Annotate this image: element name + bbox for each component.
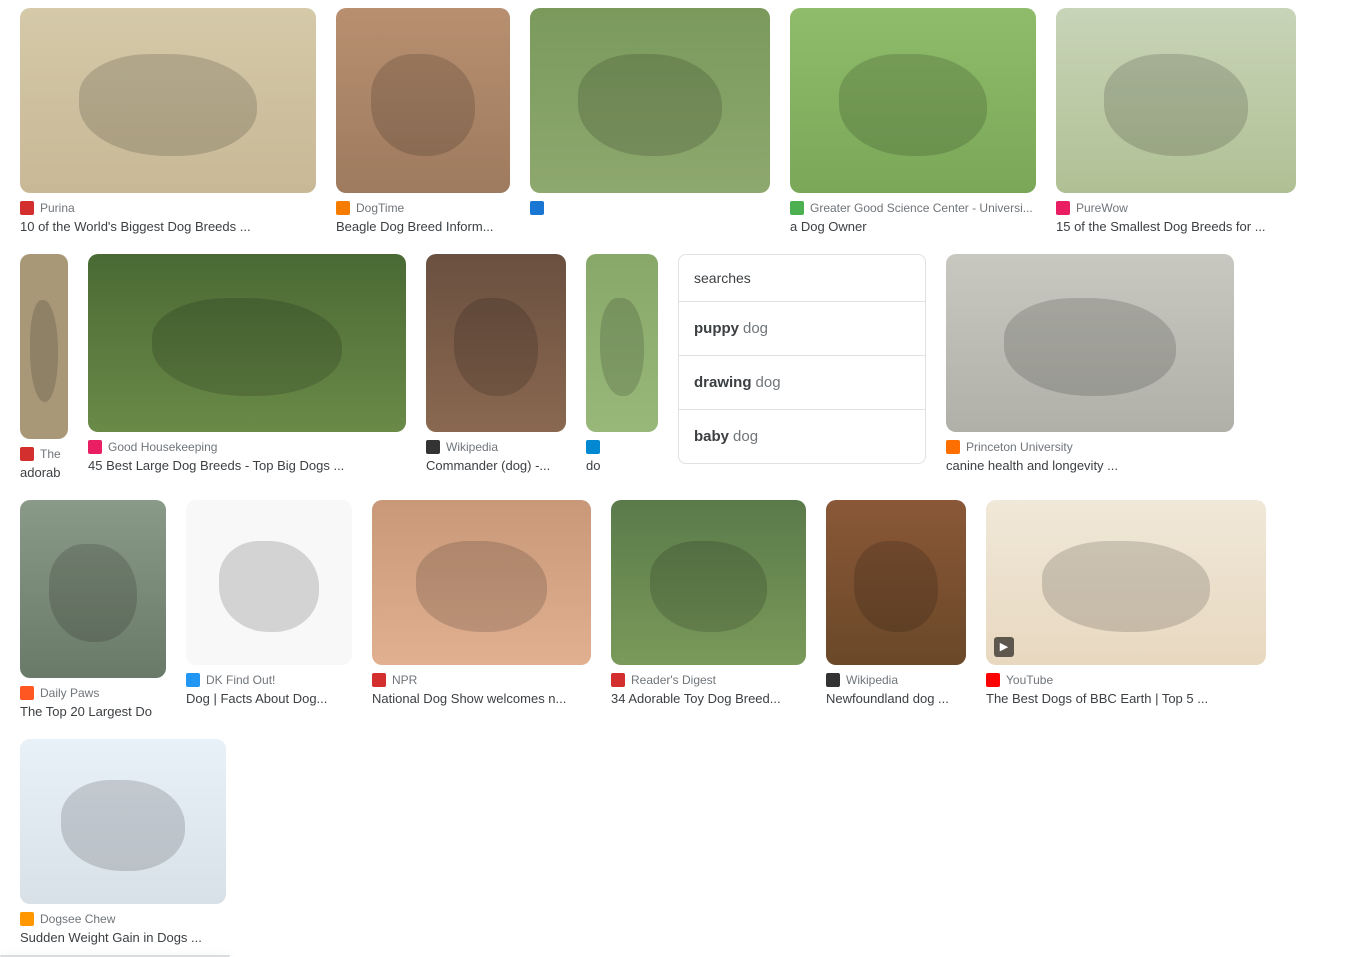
source-label: Greater Good Science Center - Universi..… [810,201,1033,215]
image-result[interactable]: Wikipedia Commander (dog) -... [426,254,566,475]
image-result[interactable]: Reader's Digest 34 Adorable Toy Dog Bree… [611,500,806,708]
result-source [530,201,770,215]
related-search-item[interactable]: puppy dog [679,302,925,356]
image-result[interactable]: Wikipedia Newfoundland dog ... [826,500,966,708]
source-label: NPR [392,673,417,687]
related-search-item[interactable]: drawing dog [679,356,925,410]
result-caption: National Dog Show welcomes n... [372,691,591,708]
result-caption: canine health and longevity ... [946,458,1234,475]
result-caption: Newfoundland dog ... [826,691,966,708]
favicon-icon [530,201,544,215]
favicon-icon [826,673,840,687]
result-caption: Commander (dog) -... [426,458,566,475]
image-result[interactable]: do [586,254,658,475]
favicon-icon [20,686,34,700]
image-result[interactable]: NPR National Dog Show welcomes n... [372,500,591,708]
result-source: The [20,447,68,461]
result-caption: The Best Dogs of BBC Earth | Top 5 ... [986,691,1266,708]
result-caption: 10 of the World's Biggest Dog Breeds ... [20,219,316,236]
result-source: Wikipedia [826,673,966,687]
result-caption: The Top 20 Largest Do [20,704,166,721]
favicon-icon [611,673,625,687]
result-caption: a Dog Owner [790,219,1036,236]
image-result[interactable]: PureWow 15 of the Smallest Dog Breeds fo… [1056,8,1296,236]
result-source: NPR [372,673,591,687]
favicon-icon [426,440,440,454]
image-result[interactable]: DK Find Out! Dog | Facts About Dog... [186,500,352,708]
result-source: YouTube [986,673,1266,687]
image-result[interactable]: Purina 10 of the World's Biggest Dog Bre… [20,8,316,236]
context-menu [0,955,230,957]
favicon-icon [20,201,34,215]
source-label: Daily Paws [40,686,99,700]
source-label: Dogsee Chew [40,912,115,926]
result-source: Wikipedia [426,440,566,454]
favicon-icon [946,440,960,454]
result-source: Reader's Digest [611,673,806,687]
image-result[interactable]: The adorab [20,254,68,482]
result-caption: do [586,458,658,475]
result-source: PureWow [1056,201,1296,215]
favicon-icon [986,673,1000,687]
source-label: YouTube [1006,673,1053,687]
source-label: Purina [40,201,75,215]
favicon-icon [186,673,200,687]
source-label: PureWow [1076,201,1128,215]
result-caption: Sudden Weight Gain in Dogs ... [20,930,226,947]
result-source: Daily Paws [20,686,166,700]
result-caption: adorab [20,465,68,482]
source-label: Wikipedia [846,673,898,687]
source-label: Good Housekeeping [108,440,217,454]
related-header: searches [679,255,925,302]
result-source [586,440,658,454]
image-result[interactable]: DogTime Beagle Dog Breed Inform... [336,8,510,236]
favicon-icon [372,673,386,687]
result-caption: Dog | Facts About Dog... [186,691,352,708]
image-result[interactable]: Princeton University canine health and l… [946,254,1234,475]
result-caption: 45 Best Large Dog Breeds - Top Big Dogs … [88,458,406,475]
result-source: Purina [20,201,316,215]
favicon-icon [1056,201,1070,215]
related-searches: searchespuppy dogdrawing dogbaby dog [678,254,926,464]
result-source: DogTime [336,201,510,215]
source-label: Reader's Digest [631,673,716,687]
source-label: DK Find Out! [206,673,275,687]
image-result[interactable]: Good Housekeeping 45 Best Large Dog Bree… [88,254,406,475]
source-label: DogTime [356,201,404,215]
favicon-icon [20,447,34,461]
play-icon: ▶ [994,637,1014,657]
result-caption: 15 of the Smallest Dog Breeds for ... [1056,219,1296,236]
favicon-icon [790,201,804,215]
result-source: Princeton University [946,440,1234,454]
result-source: Dogsee Chew [20,912,226,926]
favicon-icon [20,912,34,926]
related-search-item[interactable]: baby dog [679,410,925,463]
image-result[interactable] [530,8,770,219]
image-result[interactable]: Dogsee Chew Sudden Weight Gain in Dogs .… [20,739,226,947]
image-result[interactable]: Greater Good Science Center - Universi..… [790,8,1036,236]
image-result[interactable]: Daily Paws The Top 20 Largest Do [20,500,166,721]
source-label: The [40,447,61,461]
result-caption: Beagle Dog Breed Inform... [336,219,510,236]
favicon-icon [336,201,350,215]
result-caption: 34 Adorable Toy Dog Breed... [611,691,806,708]
source-label: Princeton University [966,440,1073,454]
result-source: DK Find Out! [186,673,352,687]
favicon-icon [88,440,102,454]
image-results-grid: Purina 10 of the World's Biggest Dog Bre… [0,0,1366,955]
result-source: Greater Good Science Center - Universi..… [790,201,1036,215]
source-label: Wikipedia [446,440,498,454]
image-result[interactable]: ▶ YouTube The Best Dogs of BBC Earth | T… [986,500,1266,708]
favicon-icon [586,440,600,454]
result-source: Good Housekeeping [88,440,406,454]
